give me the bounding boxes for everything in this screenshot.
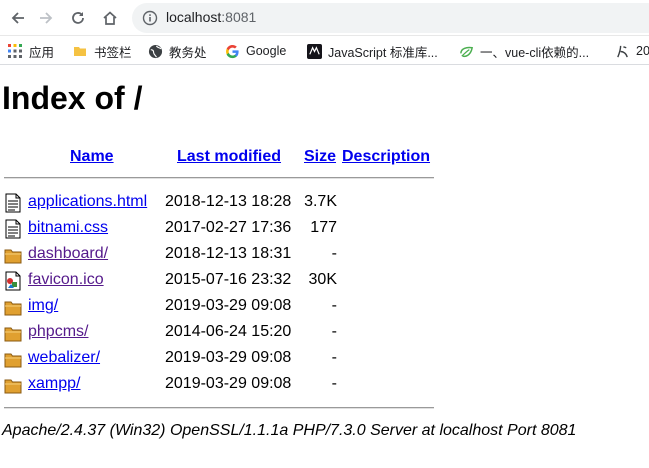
folder-link[interactable]: xampp/ [28,375,80,393]
file-link[interactable]: bitnami.css [28,219,108,237]
file-modified: 2019-03-29 09:08 [165,349,292,366]
url-host: localhost [166,9,222,25]
column-header-name: Name [70,146,114,166]
bookmark-label: Google [246,44,287,58]
file-size: 177 [310,219,337,236]
file-link[interactable]: favicon.ico [28,271,104,289]
column-header-last-modified: Last modified [177,146,281,166]
bookmark-label: 书签栏 [94,45,132,60]
file-size: - [331,375,337,392]
table-row: img/ 2019-03-29 09:08 - [0,294,649,320]
bookmark-label: 20 [636,44,649,58]
folder-icon [4,301,22,316]
page-title: Index of / [2,80,143,116]
file-size: - [331,323,337,340]
folder-link[interactable]: dashboard/ [28,245,108,263]
reload-icon [72,12,84,24]
folder-link[interactable]: webalizer/ [28,349,100,367]
google-icon [224,43,240,59]
folder-icon [72,43,88,59]
bookmark-javascript[interactable]: JavaScript 标准库... [306,41,438,61]
folder-icon [4,379,22,394]
sort-by-size-link[interactable]: Size [304,148,336,165]
folder-link[interactable]: img/ [28,297,58,315]
table-row: dashboard/ 2018-12-13 18:31 - [0,242,649,268]
table-row: xampp/ 2019-03-29 09:08 - [0,372,649,398]
table-row: applications.html 2018-12-13 18:28 3.7K [0,190,649,216]
forward-button[interactable] [34,6,58,30]
home-button[interactable] [98,6,122,30]
url-text[interactable]: localhost:8081 [166,9,256,25]
sort-by-name-link[interactable]: Name [70,148,114,165]
site-icon [614,43,630,59]
folder-link[interactable]: phpcms/ [28,323,88,341]
bookmark-google[interactable]: Google [224,41,286,61]
bookmark-label: 应用 [29,45,55,60]
file-modified: 2018-12-13 18:28 [165,193,292,210]
file-size: - [331,349,337,366]
home-icon [103,11,117,25]
back-arrow-icon [11,12,24,24]
file-modified: 2018-12-13 18:31 [165,245,292,262]
table-row: phpcms/ 2014-06-24 15:20 - [0,320,649,346]
mdn-icon [306,43,322,59]
file-link[interactable]: applications.html [28,193,147,211]
bookmark-label: 一、vue-cli依赖的... [480,45,590,60]
file-modified: 2019-03-29 09:08 [165,375,292,392]
reload-button[interactable] [66,6,90,30]
globe-icon [147,43,163,59]
back-button[interactable] [6,6,30,30]
apps-grid-icon [7,43,23,59]
bookmark-label: JavaScript 标准库... [328,45,438,60]
file-size: 3.7K [304,193,337,210]
bookmark-apps[interactable]: 应用 [7,41,54,61]
forward-arrow-icon [40,12,53,24]
sort-by-last-modified-link[interactable]: Last modified [177,148,281,165]
folder-icon [4,327,22,342]
folder-icon [4,249,22,264]
folder-icon [4,353,22,368]
table-row: bitnami.css 2017-02-27 17:36 177 [0,216,649,242]
column-header-size: Size [304,146,336,166]
browser-toolbar: localhost:8081 [0,0,649,36]
file-modified: 2019-03-29 09:08 [165,297,292,314]
header-separator [4,177,434,179]
address-bar[interactable]: localhost:8081 [132,3,649,33]
bookmark-folder[interactable]: 书签栏 [72,41,132,61]
server-signature: Apache/2.4.37 (Win32) OpenSSL/1.1.1a PHP… [2,422,577,439]
sort-by-description-link[interactable]: Description [342,148,430,165]
bookmark-vue-cli[interactable]: 一、vue-cli依赖的... [458,41,589,61]
file-modified: 2017-02-27 17:36 [165,219,292,236]
footer-separator [4,407,434,409]
info-icon[interactable] [142,10,158,26]
file-size: 30K [308,271,337,288]
bookmark-20[interactable]: 20 [614,41,649,61]
table-row: webalizer/ 2019-03-29 09:08 - [0,346,649,372]
bookmarks-bar: 应用 书签栏 教务处 Google JavaScript 标准库... 一、vu… [0,37,649,65]
column-header-description: Description [342,146,430,166]
leaf-icon [458,43,474,59]
file-size: - [331,245,337,262]
file-size: - [331,297,337,314]
bookmark-label: 教务处 [169,45,207,60]
image-file-icon [5,271,21,291]
text-file-icon [5,193,21,213]
url-port: :8081 [221,9,257,25]
file-modified: 2014-06-24 15:20 [165,323,292,340]
file-modified: 2015-07-16 23:32 [165,271,292,288]
table-row: favicon.ico 2015-07-16 23:32 30K [0,268,649,294]
text-file-icon [5,219,21,239]
bookmark-jiaowuchu[interactable]: 教务处 [147,41,207,61]
